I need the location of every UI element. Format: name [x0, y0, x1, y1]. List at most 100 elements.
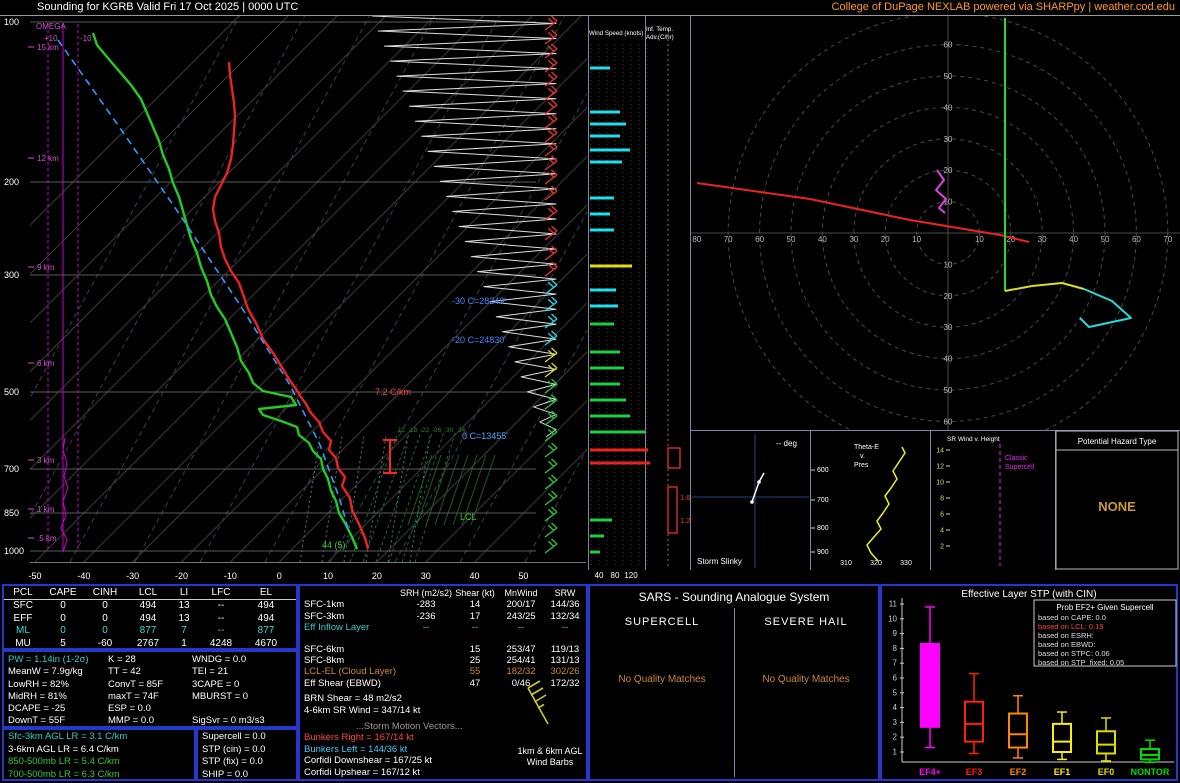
svg-text:30: 30 [944, 323, 953, 332]
parcel-table-panel: PCL CAPE CINH LCL LI LFC EL SFC 0 0 494 13 -- 494 EFF 0… [2, 584, 298, 650]
thermo-cell: TEI = 21 [192, 666, 229, 678]
svg-text:11: 11 [398, 427, 405, 434]
pcl-row: MU 5 -60 2767 1 4248 4670 [4, 638, 296, 650]
svg-text:40: 40 [944, 355, 953, 364]
pcl-cell: 7 [181, 625, 187, 637]
thermo-cell: ConvT = 85F [108, 678, 164, 690]
index-row: Supercell = 0.0 [202, 731, 266, 742]
svg-text:3 km: 3 km [37, 456, 55, 465]
lapse-rate-row: 850-500mb LR = 5.4 C/km [8, 756, 120, 767]
svg-text:700: 700 [817, 497, 829, 504]
svg-text:800: 800 [817, 525, 829, 532]
svg-text:6: 6 [940, 512, 944, 519]
kinematics-cell: 254/41 [506, 655, 536, 667]
thermo-row: PW = 1.14in (1-2σ) K = 28 WNDG = 0.0 [4, 654, 296, 666]
thermodynamics-panel: PW = 1.14in (1-2σ) K = 28 WNDG = 0.0 MeanW … [2, 650, 298, 728]
pcl-cell: 494 [257, 612, 275, 624]
pcl-cell: 494 [257, 600, 275, 612]
svg-text:40: 40 [595, 571, 604, 580]
pcl-cell: -- [217, 612, 225, 624]
kinematics-cell: SFC-6km [304, 643, 345, 655]
kinematics-cell: Eff Inflow Layer [304, 622, 370, 634]
kinematics-cell: Eff Shear (EBWD) [304, 677, 381, 689]
index-row: STP (fix) = 0.0 [202, 756, 263, 767]
pcl-header-cell: LFC [211, 587, 231, 598]
svg-text:-10: -10 [224, 571, 237, 581]
sars-divider [734, 608, 735, 777]
svg-text:Supercell: Supercell [1005, 464, 1035, 471]
pcl-cell: 0 [60, 625, 66, 637]
thermo-cell: DCAPE = -25 [8, 703, 66, 715]
svg-text:.5 km: .5 km [37, 534, 57, 543]
svg-text:50: 50 [518, 571, 528, 581]
svg-text:1.6: 1.6 [680, 493, 690, 502]
svg-text:700: 700 [4, 464, 19, 474]
skewt-traces [57, 16, 557, 550]
thermo-row: DownT = 55F MMP = 0.0 SigSvr = 0 m3/s3 [4, 715, 296, 727]
svg-text:20: 20 [1006, 235, 1015, 244]
thermo-cell: LowRH = 82% [8, 678, 69, 690]
svg-text:60: 60 [944, 417, 953, 426]
kinematics-header-cell: SRH (m2/s2) [400, 588, 453, 598]
svg-text:40: 40 [470, 571, 480, 581]
kinematics-cell: 182/32 [506, 666, 536, 678]
kinematics-cell: -283 [416, 599, 436, 611]
thermo-row: LowRH = 82% ConvT = 85F 3CAPE = 0 [4, 679, 296, 691]
kinematics-cell: 131/13 [550, 655, 580, 667]
svg-text:14: 14 [936, 448, 944, 455]
svg-text:10: 10 [975, 235, 984, 244]
hodograph-panel: 10 20 30 40 50 60 10 20 30 40 50 60 10 20 30 40 50 60 70 80… [691, 16, 1180, 430]
svg-text:20: 20 [372, 571, 382, 581]
svg-text:600: 600 [817, 467, 829, 474]
kinematics-cell: 47 [469, 677, 481, 689]
skewt-labels: 100 200 300 500 700 850 1000 -50 -40 -30 -20 -10 0 10… [4, 17, 528, 581]
svg-text:50: 50 [787, 235, 796, 244]
svg-text:-50: -50 [28, 571, 41, 581]
kinematics-cell: 119/13 [550, 643, 580, 655]
thermo-cell: 3CAPE = 0 [192, 678, 240, 690]
svg-text:30: 30 [446, 427, 454, 434]
svg-text:40: 40 [1069, 235, 1078, 244]
thermo-cell [192, 703, 296, 715]
pcl-cell: 0 [102, 600, 108, 612]
thermo-row: MeanW = 7.9g/kg TT = 42 TEI = 21 [4, 666, 296, 678]
thermo-cell: DownT = 55F [8, 715, 66, 727]
pcl-cell: 0 [60, 612, 66, 624]
pcl-cell: MU [15, 637, 31, 649]
lapse-rate-row: 3-6km AGL LR = 6.4 C/km [8, 743, 119, 755]
lapse-rate-panel: Sfc-3km AGL LR = 3.1 C/km 3-6km AGL LR = … [2, 728, 196, 781]
svg-text:500: 500 [4, 387, 19, 397]
kinematics-cell: 253/47 [506, 643, 536, 655]
pcl-header-cell: CINH [92, 587, 118, 598]
kinematics-header-cell: SRW [554, 588, 576, 598]
lapse-rate-row: Sfc-3km AGL LR = 3.1 C/km [8, 731, 128, 742]
svg-text:30: 30 [421, 571, 431, 581]
thermo-cell: MMP = 0.0 [108, 715, 155, 727]
kinematics-cell: SFC-1km [304, 599, 345, 611]
svg-text:100: 100 [4, 17, 19, 27]
svg-text:1 km: 1 km [37, 505, 55, 514]
svg-text:80: 80 [692, 235, 701, 244]
svg-text:26: 26 [434, 427, 442, 434]
kinematics-cell: -- [422, 622, 430, 634]
svg-text:70: 70 [724, 235, 733, 244]
kinematics-row: SFC-6km 15 253/47 119/13 [300, 644, 586, 655]
kinematics-header-cell [300, 588, 400, 599]
pcl-header-cell: LI [179, 587, 189, 598]
kinematics-row: LCL-EL (Cloud Layer) 55 182/32 302/26 [300, 666, 586, 677]
kinematics-cell: 15 [469, 643, 481, 655]
svg-text:12: 12 [936, 464, 944, 471]
panel-dividers [0, 15, 1180, 570]
kinematics-cell: 302/26 [550, 666, 580, 678]
pcl-cell: ML [16, 625, 30, 637]
hodo-low-trace [1079, 288, 1132, 328]
kinematics-cell: 17 [469, 610, 481, 622]
pcl-cell: SFC [13, 600, 33, 612]
pcl-header-cell: EL [259, 587, 273, 598]
thermo-cell: TT = 42 [108, 666, 141, 678]
pcl-cell: -- [217, 600, 225, 612]
svg-text:SR Wind v. Height: SR Wind v. Height [947, 436, 1000, 443]
svg-text:Wind Speed (knots): Wind Speed (knots) [589, 30, 643, 37]
kinematics-cell: -- [561, 622, 569, 634]
svg-text:40: 40 [818, 235, 827, 244]
